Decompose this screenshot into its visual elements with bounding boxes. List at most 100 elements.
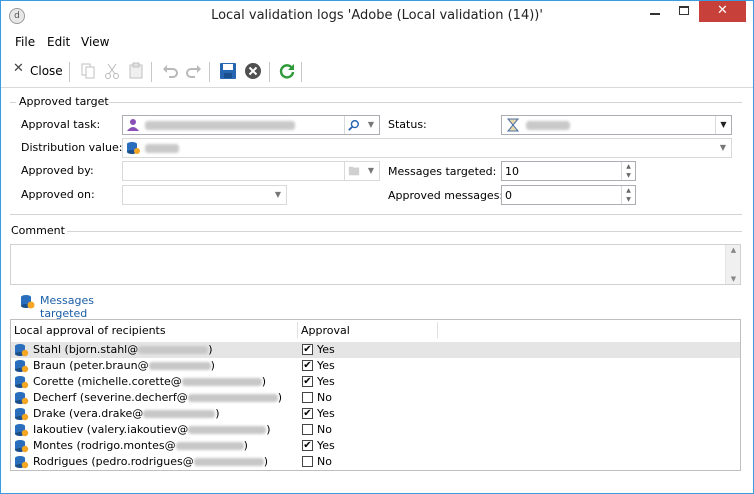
table-row[interactable]: Braun (peter.braun@) ✔ Yes (11, 358, 740, 374)
stepper-icon[interactable]: ▲ ▼ (621, 162, 635, 180)
recipient-name-text: Corette (michelle.corette@ (33, 375, 182, 388)
approval-checkbox[interactable] (302, 456, 313, 467)
cancel-icon[interactable] (244, 62, 262, 80)
window-close-button[interactable]: ✕ (699, 1, 746, 22)
close-button[interactable]: ✕ Close (11, 61, 63, 80)
recipient-icon (15, 424, 29, 437)
chevron-down-icon[interactable]: ▼ (715, 139, 731, 157)
comment-textarea[interactable]: ▲ ▼ (10, 244, 741, 285)
menu-edit-label: Edit (47, 35, 71, 49)
recipient-name: Stahl (bjorn.stahl@) (33, 343, 213, 356)
menu-view[interactable]: View (81, 35, 109, 49)
approval-checkbox[interactable]: ✔ (302, 360, 313, 371)
approval-checkbox[interactable]: ✔ (302, 408, 313, 419)
scroll-down-icon[interactable]: ▼ (726, 275, 741, 283)
group-divider (10, 214, 742, 215)
chevron-down-icon[interactable]: ▼ (270, 186, 286, 204)
column-header-approval[interactable]: Approval (301, 324, 350, 337)
table-row[interactable]: Iakoutiev (valery.iakoutiev@) No (11, 422, 740, 438)
status-label: Status: (388, 118, 427, 131)
folder-icon[interactable] (344, 162, 362, 180)
approval-checkbox[interactable] (302, 392, 313, 403)
redacted-text (175, 442, 244, 450)
recipient-name-suffix: ) (243, 439, 248, 452)
close-icon: ✕ (717, 3, 728, 18)
chevron-down-icon[interactable]: ▼ (715, 116, 731, 134)
maximize-button[interactable] (670, 1, 698, 22)
recipient-name-suffix: ) (261, 375, 267, 388)
minimize-button[interactable] (641, 1, 669, 22)
recipient-name-suffix: ) (263, 455, 269, 468)
recipient-icon (15, 392, 29, 405)
approval-value: Yes (317, 375, 335, 388)
menu-file[interactable]: File (15, 35, 35, 49)
redacted-text (143, 410, 216, 418)
recipient-name-suffix: ) (210, 359, 215, 372)
chevron-down-icon[interactable]: ▼ (363, 162, 379, 180)
recipient-name: Decherf (severine.decherf@) (33, 391, 282, 404)
approved-by-field[interactable]: ▼ (122, 161, 380, 181)
approval-checkbox[interactable]: ✔ (302, 440, 313, 451)
save-icon[interactable] (219, 62, 237, 80)
table-row[interactable]: Decherf (severine.decherf@) No (11, 390, 740, 406)
redacted-text (193, 458, 264, 466)
recipient-name-suffix: ) (277, 391, 283, 404)
toolbar-separator (151, 62, 152, 82)
copy-icon[interactable] (79, 62, 97, 80)
refresh-icon[interactable] (278, 62, 296, 80)
approval-task-field[interactable]: ▼ (122, 115, 380, 135)
menu-edit[interactable]: Edit (47, 35, 70, 49)
scroll-up-icon[interactable]: ▲ (726, 246, 741, 254)
redacted-text (188, 426, 267, 434)
approval-value: No (317, 391, 332, 404)
approval-checkbox[interactable] (302, 424, 313, 435)
approval-value: Yes (317, 439, 335, 452)
recipient-name-suffix: ) (215, 407, 220, 420)
recipient-name-text: Iakoutiev (valery.iakoutiev@ (33, 423, 189, 436)
stepper-icon[interactable]: ▲ ▼ (621, 186, 635, 204)
messages-targeted-field[interactable]: 10 ▲ ▼ (501, 161, 636, 181)
approval-value: No (317, 455, 332, 468)
messages-targeted-value: 10 (505, 165, 519, 178)
approved-on-field[interactable]: ▼ (122, 185, 287, 205)
table-row[interactable]: Montes (rodrigo.montes@) ✔ Yes (11, 438, 740, 454)
table-row[interactable]: Stahl (bjorn.stahl@) ✔ Yes (11, 342, 740, 358)
table-row[interactable]: Corette (michelle.corette@) ✔ Yes (11, 374, 740, 390)
approved-messages-value: 0 (505, 189, 512, 202)
recipient-name-suffix: ) (208, 343, 213, 356)
comment-title: Comment (11, 224, 65, 237)
approval-checkbox[interactable]: ✔ (302, 376, 313, 387)
group-divider (109, 102, 742, 103)
approved-messages-field[interactable]: 0 ▲ ▼ (501, 185, 636, 205)
table-row[interactable]: Drake (vera.drake@) ✔ Yes (11, 406, 740, 422)
search-icon[interactable] (344, 116, 362, 134)
redacted-text (138, 346, 209, 354)
column-divider (297, 322, 298, 338)
recipient-name-text: Rodrigues (pedro.rodrigues@ (33, 455, 194, 468)
recipient-name-text: Stahl (bjorn.stahl@ (33, 343, 139, 356)
undo-icon[interactable] (161, 62, 179, 80)
column-header-recipients[interactable]: Local approval of recipients (14, 324, 166, 337)
recipient-name: Drake (vera.drake@) (33, 407, 220, 420)
status-select[interactable]: ▼ (501, 115, 732, 135)
database-icon (127, 142, 140, 154)
comment-scrollbar[interactable]: ▲ ▼ (725, 245, 740, 284)
approved-target-title: Approved target (19, 95, 109, 108)
distribution-value-field[interactable]: ▼ (122, 138, 732, 158)
approved-messages-label: Approved messages: (388, 189, 504, 202)
table-row[interactable]: Rodrigues (pedro.rodrigues@) No (11, 454, 740, 470)
approval-checkbox[interactable]: ✔ (302, 344, 313, 355)
menu-file-label: File (15, 35, 36, 49)
dialog-window: d Local validation logs 'Adobe (Local va… (0, 0, 754, 494)
chevron-down-icon[interactable]: ▼ (363, 116, 379, 134)
cut-icon[interactable] (103, 62, 121, 80)
recipient-name: Montes (rodrigo.montes@) (33, 439, 248, 452)
recipient-icon (15, 440, 29, 453)
maximize-icon (679, 6, 689, 15)
redo-icon[interactable] (185, 62, 203, 80)
paste-icon[interactable] (127, 62, 145, 80)
approval-value: Yes (317, 407, 335, 420)
toolbar-separator (269, 62, 270, 82)
recipient-name: Iakoutiev (valery.iakoutiev@) (33, 423, 271, 436)
recipient-name: Braun (peter.braun@) (33, 359, 215, 372)
